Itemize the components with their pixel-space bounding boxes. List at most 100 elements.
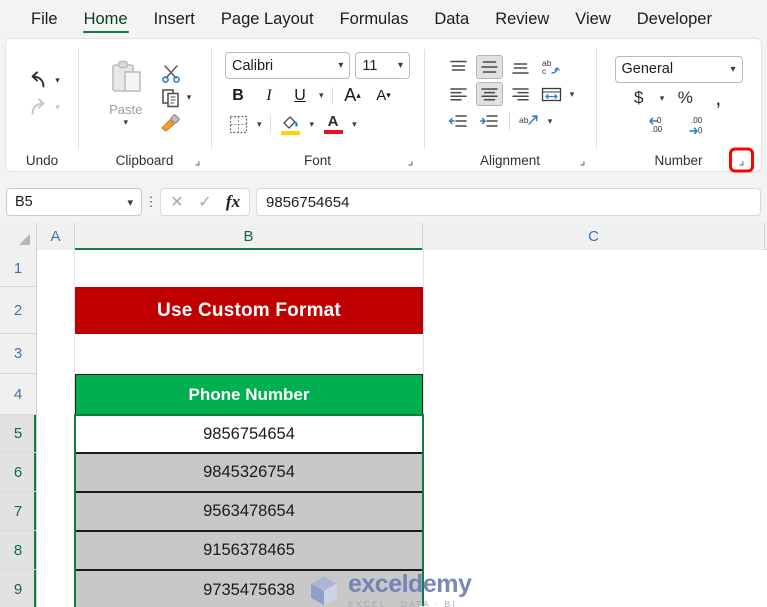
formula-input[interactable]: 9856754654 (256, 188, 761, 216)
cell-b7[interactable]: 9563478654 (75, 492, 423, 531)
formula-bar-options-icon[interactable]: ⋮ (142, 188, 160, 216)
ribbon-tab-bar: File Home Insert Page Layout Formulas Da… (0, 0, 767, 38)
decrease-font-size-button[interactable]: A ▾ (371, 83, 397, 108)
merge-cells-icon[interactable] (538, 82, 565, 106)
tab-developer[interactable]: Developer (624, 0, 725, 38)
fill-color-icon[interactable] (278, 112, 304, 136)
ribbon-group-alignment: ab c ▾ ab ▾ Alignment ⌟ (424, 39, 596, 171)
tab-page-layout[interactable]: Page Layout (208, 0, 327, 38)
font-color-dropdown-chevron-down-icon[interactable]: ▾ (351, 119, 358, 129)
row-header-6[interactable]: 6 (0, 453, 37, 492)
row-header-3[interactable]: 3 (0, 334, 37, 374)
text-orientation-icon[interactable]: ab c (538, 55, 565, 79)
ribbon-group-font-label: Font ⌟ (211, 149, 424, 171)
tab-data[interactable]: Data (421, 0, 482, 38)
name-box[interactable]: B5 ▾ (6, 188, 142, 216)
font-dialog-launcher-icon[interactable]: ⌟ (403, 153, 418, 168)
decrease-decimal-icon[interactable]: .00 0 (685, 114, 713, 135)
alignment-dialog-launcher-icon[interactable]: ⌟ (575, 153, 590, 168)
bold-button[interactable]: B (225, 83, 251, 108)
cell-b2-title[interactable]: Use Custom Format (75, 287, 423, 334)
fill-color-dropdown-chevron-down-icon[interactable]: ▾ (309, 119, 316, 129)
tab-file[interactable]: File (18, 0, 71, 38)
scissors-icon[interactable] (159, 62, 183, 84)
increase-indent-icon[interactable] (476, 109, 503, 133)
cell-b2-text: Use Custom Format (157, 299, 341, 321)
align-right-icon[interactable] (507, 82, 534, 106)
increase-font-size-button[interactable]: A ▴ (340, 83, 366, 108)
tab-formulas[interactable]: Formulas (327, 0, 422, 38)
font-name-combobox[interactable]: Calibri ▾ (225, 52, 351, 79)
tab-review[interactable]: Review (482, 0, 562, 38)
font-size-chevron-down-icon[interactable]: ▾ (398, 60, 403, 71)
align-top-icon[interactable] (445, 55, 472, 79)
paste-button[interactable]: Paste ▾ (97, 59, 155, 127)
wrap-text-dropdown-chevron-down-icon[interactable]: ▾ (547, 116, 554, 126)
cell-b6[interactable]: 9845326754 (75, 453, 423, 492)
number-format-value: General (621, 61, 674, 77)
column-c-cells[interactable] (423, 250, 765, 607)
increase-decimal-icon[interactable]: 0 .00 (645, 114, 673, 135)
insert-function-fx-icon[interactable]: fx (221, 190, 245, 214)
row-header-8[interactable]: 8 (0, 531, 37, 570)
row-header-7[interactable]: 7 (0, 492, 37, 531)
cell-b8-text: 9156378465 (203, 541, 295, 559)
align-left-icon[interactable] (445, 82, 472, 106)
undo-arrow-icon[interactable] (27, 70, 49, 91)
decrease-indent-icon[interactable] (445, 109, 472, 133)
copy-dropdown-chevron-down-icon[interactable]: ▾ (186, 93, 193, 102)
name-box-value: B5 (15, 194, 33, 210)
row-header-4[interactable]: 4 (0, 374, 37, 415)
select-all-corner-button[interactable] (0, 223, 37, 250)
italic-button[interactable]: I (256, 83, 282, 108)
svg-text:.00: .00 (691, 116, 703, 125)
column-a-cells[interactable] (37, 250, 75, 607)
tab-view-label: View (575, 9, 611, 28)
row-header-1[interactable]: 1 (0, 250, 37, 287)
wrap-text-icon[interactable]: ab (516, 109, 543, 133)
align-bottom-icon[interactable] (507, 55, 534, 79)
cell-b5[interactable]: 9856754654 (75, 415, 423, 453)
cancel-x-icon[interactable]: ✕ (165, 190, 189, 214)
underline-button[interactable]: U (287, 83, 313, 108)
row-header-5[interactable]: 5 (0, 415, 37, 453)
number-format-chevron-down-icon[interactable]: ▾ (730, 64, 735, 75)
number-dialog-launcher-icon[interactable]: ⌟ (729, 147, 754, 173)
paste-dropdown-chevron-down-icon[interactable]: ▾ (122, 117, 129, 127)
borders-dropdown-chevron-down-icon[interactable]: ▾ (256, 119, 263, 129)
tab-insert[interactable]: Insert (141, 0, 208, 38)
redo-dropdown-chevron-down-icon[interactable]: ▾ (54, 103, 61, 112)
cell-b8[interactable]: 9156378465 (75, 531, 423, 570)
enter-check-icon[interactable]: ✓ (193, 190, 217, 214)
merge-dropdown-chevron-down-icon[interactable]: ▾ (569, 89, 576, 99)
currency-dropdown-chevron-down-icon[interactable]: ▾ (659, 93, 666, 103)
cell-b4-header[interactable]: Phone Number (75, 374, 423, 415)
font-size-combobox[interactable]: 11 ▾ (355, 52, 410, 79)
row-header-2[interactable]: 2 (0, 287, 37, 334)
borders-icon[interactable] (225, 113, 251, 135)
tab-view[interactable]: View (562, 0, 623, 38)
tab-data-label: Data (434, 9, 470, 28)
percent-format-button[interactable]: % (672, 87, 698, 110)
ribbon-group-undo-label: Undo (25, 152, 59, 168)
column-header-b[interactable]: B (75, 223, 423, 250)
tab-home[interactable]: Home (71, 0, 141, 38)
column-header-c[interactable]: C (423, 223, 765, 250)
number-format-combobox[interactable]: General ▾ (614, 55, 743, 83)
paintbrush-icon[interactable] (159, 112, 183, 134)
underline-dropdown-chevron-down-icon[interactable]: ▾ (318, 91, 325, 100)
font-name-chevron-down-icon[interactable]: ▾ (338, 60, 343, 71)
redo-arrow-icon[interactable] (27, 97, 49, 118)
align-center-icon[interactable] (475, 82, 503, 106)
row-header-9[interactable]: 9 (0, 570, 37, 607)
name-box-chevron-down-icon[interactable]: ▾ (127, 196, 133, 209)
copy-icon[interactable] (159, 87, 183, 109)
cell-b9[interactable]: 9735475638 (75, 570, 423, 607)
column-header-a[interactable]: A (37, 223, 75, 250)
clipboard-dialog-launcher-icon[interactable]: ⌟ (190, 153, 205, 168)
undo-dropdown-chevron-down-icon[interactable]: ▾ (54, 76, 61, 85)
comma-style-button[interactable]: , (705, 87, 731, 110)
font-color-icon[interactable]: A (320, 112, 346, 136)
currency-format-button[interactable]: $ (626, 87, 652, 110)
align-middle-icon[interactable] (475, 55, 503, 79)
